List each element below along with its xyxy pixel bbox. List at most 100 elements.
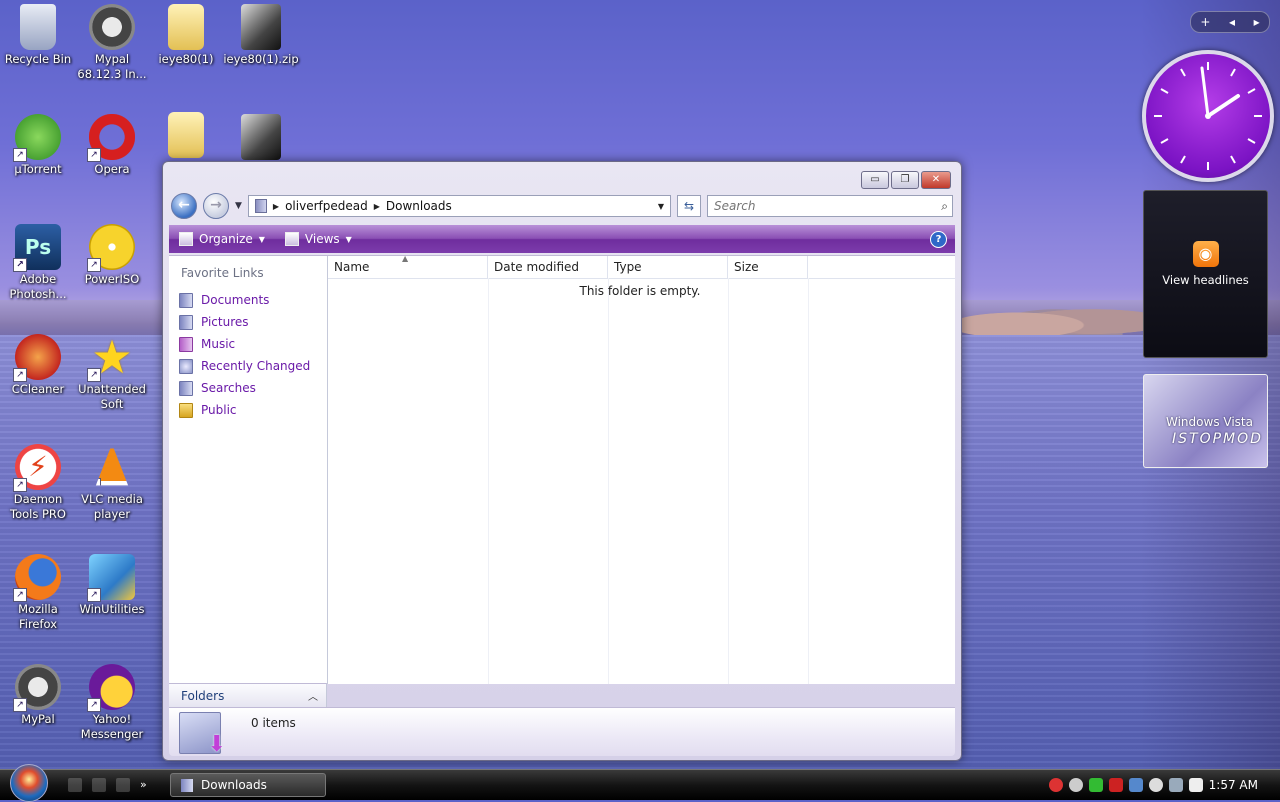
- nav-link-searches[interactable]: Searches: [169, 377, 327, 399]
- quick-launch-opera-icon[interactable]: [68, 778, 82, 792]
- tray-volume-icon[interactable]: [1188, 778, 1203, 792]
- breadcrumb-user[interactable]: oliverfpedead: [285, 199, 368, 213]
- desktop-icon-photoshop[interactable]: Ps ↗ Adobe Photosh...: [0, 224, 76, 302]
- tray-app-icon[interactable]: [1128, 778, 1143, 792]
- desktop-icon-utorrent[interactable]: ↗ µTorrent: [0, 114, 76, 177]
- file-list[interactable]: ▲ Name Date modified Type Size This folde…: [328, 254, 955, 684]
- desktop-icon-folder-2[interactable]: [148, 112, 224, 160]
- feed-headlines-gadget[interactable]: ◉ View headlines: [1143, 190, 1268, 358]
- desktop-icon-recycle-bin[interactable]: Recycle Bin: [0, 4, 76, 67]
- search-icon[interactable]: ⌕: [941, 199, 948, 214]
- downloads-folder-icon: ⬇: [179, 712, 226, 757]
- column-header-type[interactable]: Type: [608, 256, 728, 278]
- item-count: 0 items: [251, 716, 296, 730]
- view-headlines-link[interactable]: View headlines: [1144, 273, 1267, 287]
- desktop-icon-mypal-installer[interactable]: Mypal 68.12.3 In...: [74, 4, 150, 82]
- slideshow-gadget[interactable]: Windows Vista ISTOPMOD: [1143, 374, 1268, 468]
- desktop-icon-archive-2[interactable]: [223, 114, 299, 162]
- star-icon: ★ ↗: [87, 334, 135, 382]
- folder-icon: [168, 4, 204, 50]
- nav-link-recently-changed[interactable]: Recently Changed: [169, 355, 327, 377]
- address-bar[interactable]: ▶ oliverfpedead ▶ Downloads ▼: [247, 195, 671, 217]
- maximize-button[interactable]: ❐: [891, 171, 919, 189]
- desktop-icon-yahoo-messenger[interactable]: ↗ Yahoo! Messenger: [74, 664, 150, 742]
- desktop-icon-daemon-tools[interactable]: ⚡ ↗ Daemon Tools PRO: [0, 444, 76, 522]
- desktop-icon-unattended-soft[interactable]: ★ ↗ Unattended Soft: [74, 334, 150, 412]
- address-dropdown-icon[interactable]: ▼: [658, 202, 664, 211]
- desktop-icon-opera[interactable]: ↗ Opera: [74, 114, 150, 177]
- archive-icon: [241, 4, 281, 50]
- shortcut-arrow-icon: ↗: [87, 368, 101, 382]
- quick-launch-more-icon[interactable]: »: [140, 778, 154, 792]
- shortcut-arrow-icon: ↗: [87, 698, 101, 712]
- shortcut-arrow-icon: ↗: [95, 478, 101, 486]
- sidebar-controls: + ◂ ▸: [1190, 11, 1270, 33]
- tray-network-icon[interactable]: [1168, 778, 1183, 792]
- nav-link-documents[interactable]: Documents: [169, 289, 327, 311]
- back-arrow-icon: ←: [178, 197, 190, 213]
- pictures-icon: [179, 314, 193, 330]
- shortcut-arrow-icon: ↗: [13, 258, 27, 272]
- tray-chat-icon[interactable]: [1148, 778, 1163, 792]
- refresh-button[interactable]: ⇆: [677, 195, 701, 217]
- column-header-date-modified[interactable]: Date modified: [488, 256, 608, 278]
- breadcrumb-separator-icon[interactable]: ▶: [273, 202, 279, 211]
- previous-icon[interactable]: ◂: [1229, 15, 1235, 29]
- desktop-icon-vlc[interactable]: ↗ VLC media player: [74, 444, 150, 522]
- breadcrumb-downloads[interactable]: Downloads: [386, 199, 452, 213]
- folders-toggle[interactable]: Folders ︿: [169, 683, 327, 707]
- nav-link-music[interactable]: Music: [169, 333, 327, 355]
- recently-changed-icon: [179, 358, 193, 374]
- tray-clock[interactable]: 1:57 AM: [1209, 778, 1258, 792]
- archive-icon: [241, 114, 281, 160]
- firefox-icon: ↗: [13, 554, 61, 602]
- start-button[interactable]: [10, 764, 48, 802]
- back-button[interactable]: ←: [171, 193, 197, 219]
- taskbar-button-downloads[interactable]: Downloads: [170, 773, 326, 797]
- shortcut-arrow-icon: ↗: [13, 698, 27, 712]
- close-button[interactable]: ✕: [921, 171, 951, 189]
- tray-close-icon[interactable]: [1108, 778, 1123, 792]
- music-icon: [179, 336, 193, 352]
- slideshow-text-windows-vista: Windows Vista: [1166, 415, 1253, 429]
- desktop-icon-ieye80-folder[interactable]: ieye80(1): [148, 4, 224, 67]
- tray-update-icon[interactable]: [1088, 778, 1103, 792]
- recent-pages-dropdown-icon[interactable]: ▼: [235, 201, 242, 211]
- next-icon[interactable]: ▸: [1254, 15, 1260, 29]
- add-gadget-icon[interactable]: +: [1200, 15, 1210, 29]
- quick-launch-show-desktop-icon[interactable]: [92, 778, 106, 792]
- column-header-size[interactable]: Size: [728, 256, 808, 278]
- help-button[interactable]: ?: [930, 230, 947, 248]
- column-header-name[interactable]: ▲ Name: [328, 254, 488, 278]
- nav-link-pictures[interactable]: Pictures: [169, 311, 327, 333]
- desktop-icon-ccleaner[interactable]: ↗ CCleaner: [0, 334, 76, 397]
- views-button[interactable]: Views ▼: [275, 232, 362, 246]
- desktop-icon-poweriso[interactable]: ↗ PowerISO: [74, 224, 150, 287]
- tray-status-icon[interactable]: [1068, 778, 1083, 792]
- content-area: Favorite Links Documents Pictures Music …: [169, 254, 955, 684]
- folder-icon: [181, 778, 193, 792]
- opera-icon: ↗: [87, 114, 135, 162]
- search-input[interactable]: [712, 198, 942, 214]
- quick-launch-switch-windows-icon[interactable]: [116, 778, 130, 792]
- photoshop-icon: Ps ↗: [13, 224, 61, 272]
- column-headers: ▲ Name Date modified Type Size: [328, 254, 955, 279]
- desktop-icon-mypal[interactable]: ↗ MyPal: [0, 664, 76, 727]
- forward-button[interactable]: →: [203, 193, 229, 219]
- desktop-icon-ieye80-zip[interactable]: ieye80(1).zip: [223, 4, 299, 67]
- minimize-button[interactable]: ▭: [861, 171, 889, 189]
- desktop-icon-winutilities[interactable]: ↗ WinUtilities: [74, 554, 150, 617]
- nav-link-public[interactable]: Public: [169, 399, 327, 421]
- documents-icon: [179, 292, 193, 308]
- winutilities-icon: ↗: [87, 554, 135, 602]
- explorer-window[interactable]: ▭ ❐ ✕ ← → ▼ ▶ oliverfpedead ▶ Downloads …: [162, 161, 962, 761]
- breadcrumb-separator-icon[interactable]: ▶: [374, 202, 380, 211]
- desktop-icon-firefox[interactable]: ↗ Mozilla Firefox: [0, 554, 76, 632]
- search-box[interactable]: ⌕: [707, 195, 953, 217]
- organize-button[interactable]: Organize ▼: [169, 232, 275, 246]
- clock-gadget[interactable]: [1142, 50, 1274, 182]
- tray-blocked-icon[interactable]: [1048, 778, 1063, 792]
- shortcut-arrow-icon: ↗: [13, 588, 27, 602]
- folder-icon: [254, 199, 267, 213]
- chevron-down-icon: ▼: [258, 234, 265, 244]
